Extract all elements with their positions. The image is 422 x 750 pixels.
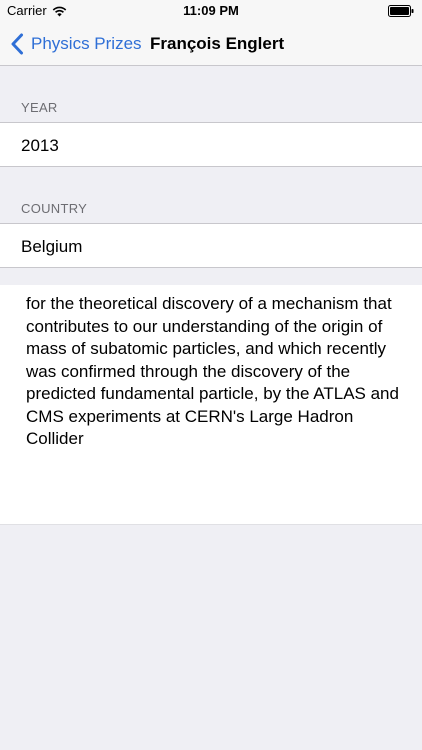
year-cell: 2013	[0, 122, 422, 167]
page-title: François Englert	[150, 34, 285, 53]
status-time: 11:09 PM	[183, 3, 239, 18]
prize-motivation: for the theoretical discovery of a mecha…	[26, 294, 399, 448]
navigation-bar: Physics Prizes François Englert	[0, 22, 422, 66]
year-value: 2013	[21, 136, 59, 155]
back-button-label: Physics Prizes	[31, 34, 142, 53]
chevron-left-icon	[11, 33, 23, 55]
year-section-header: YEAR	[21, 100, 58, 115]
battery-icon	[388, 5, 414, 17]
country-value: Belgium	[21, 237, 83, 256]
country-section-header: COUNTRY	[21, 201, 88, 216]
top-bar: Carrier 11:09 PM Physics Prizes François…	[0, 0, 422, 66]
status-bar: Carrier 11:09 PM	[0, 0, 422, 22]
country-cell: Belgium	[0, 223, 422, 268]
back-button[interactable]: Physics Prizes	[10, 22, 142, 66]
motivation-text-view[interactable]: for the theoretical discovery of a mecha…	[0, 285, 422, 525]
